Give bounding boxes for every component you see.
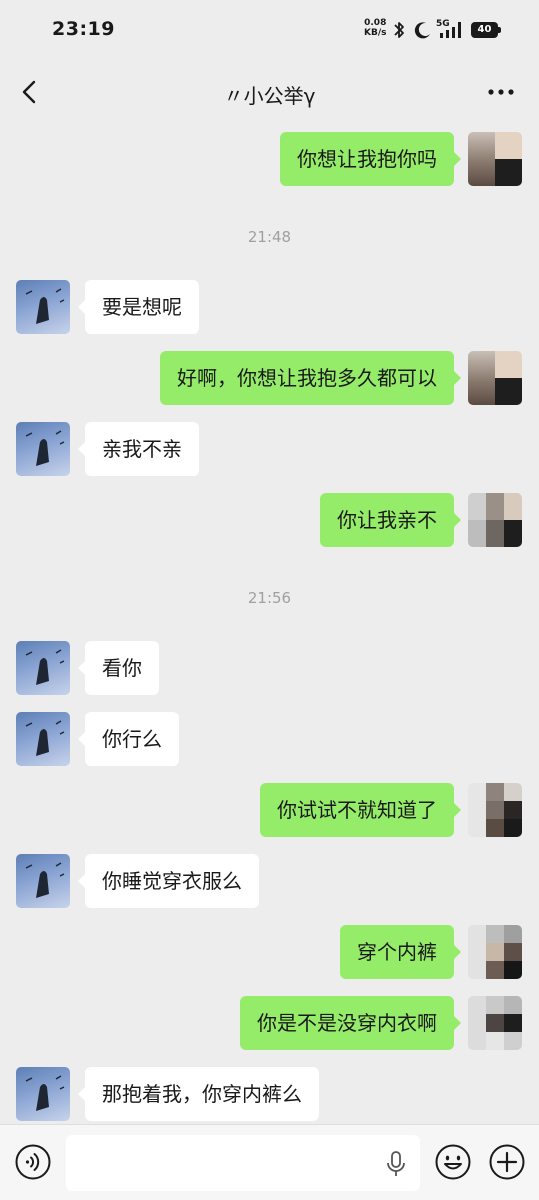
message-input[interactable] bbox=[66, 1135, 420, 1191]
message-bubble-outgoing[interactable]: 穿个内裤 bbox=[340, 925, 461, 979]
message-bubble-outgoing[interactable]: 你让我亲不 bbox=[320, 493, 461, 547]
plus-icon[interactable] bbox=[488, 1143, 526, 1181]
my-avatar[interactable] bbox=[468, 783, 522, 837]
message-bubble-incoming[interactable]: 你睡觉穿衣服么 bbox=[78, 854, 259, 908]
contact-avatar[interactable] bbox=[16, 422, 70, 476]
bluetooth-icon bbox=[394, 22, 404, 38]
contact-avatar[interactable] bbox=[16, 854, 70, 908]
network-speed-unit: KB/s bbox=[364, 28, 387, 38]
message-bubble-incoming[interactable]: 亲我不亲 bbox=[78, 422, 199, 476]
message-bubble-incoming[interactable]: 要是想呢 bbox=[78, 280, 199, 334]
message-bubble-incoming[interactable]: 看你 bbox=[78, 641, 159, 695]
message-bubble-outgoing[interactable]: 你是不是没穿内衣啊 bbox=[240, 996, 461, 1050]
message-bubble-outgoing[interactable]: 你试试不就知道了 bbox=[260, 783, 461, 837]
timestamp: 21:48 bbox=[247, 228, 292, 246]
input-bar bbox=[0, 1124, 539, 1200]
battery-level: 40 bbox=[471, 22, 498, 38]
mic-icon[interactable] bbox=[385, 1151, 407, 1177]
network-speed: 0.08 KB/s bbox=[364, 18, 386, 38]
contact-avatar[interactable] bbox=[16, 712, 70, 766]
my-avatar[interactable] bbox=[468, 493, 522, 547]
signal-icon: 5G bbox=[436, 19, 466, 39]
voice-icon[interactable] bbox=[14, 1143, 52, 1181]
message-bubble-incoming[interactable]: 你行么 bbox=[78, 712, 179, 766]
moon-icon bbox=[414, 22, 430, 39]
status-time: 23:19 bbox=[52, 18, 115, 40]
more-dots-icon[interactable] bbox=[486, 82, 516, 102]
contact-avatar[interactable] bbox=[16, 641, 70, 695]
battery-icon: 40 bbox=[471, 22, 501, 38]
chat-title: 〃小公举γ bbox=[223, 84, 316, 108]
my-avatar[interactable] bbox=[468, 132, 522, 186]
my-avatar[interactable] bbox=[468, 925, 522, 979]
message-bubble-outgoing[interactable]: 你想让我抱你吗 bbox=[280, 132, 461, 186]
emoji-icon[interactable] bbox=[434, 1143, 472, 1181]
message-bubble-outgoing[interactable]: 好啊，你想让我抱多久都可以 bbox=[160, 351, 461, 405]
chat-header: 〃小公举γ bbox=[0, 62, 539, 126]
contact-avatar[interactable] bbox=[16, 280, 70, 334]
timestamp: 21:56 bbox=[247, 589, 292, 607]
status-bar: 23:19 0.08 KB/s 5G 40 bbox=[0, 0, 539, 62]
contact-avatar[interactable] bbox=[16, 1067, 70, 1121]
message-bubble-incoming[interactable]: 那抱着我，你穿内裤么 bbox=[78, 1067, 319, 1121]
message-list[interactable]: 你想让我抱你吗 21:48 要是想呢 好啊，你想让我抱多久都可以 亲我不亲 你让… bbox=[0, 126, 539, 1124]
network-speed-value: 0.08 bbox=[364, 18, 387, 28]
my-avatar[interactable] bbox=[468, 996, 522, 1050]
my-avatar[interactable] bbox=[468, 351, 522, 405]
